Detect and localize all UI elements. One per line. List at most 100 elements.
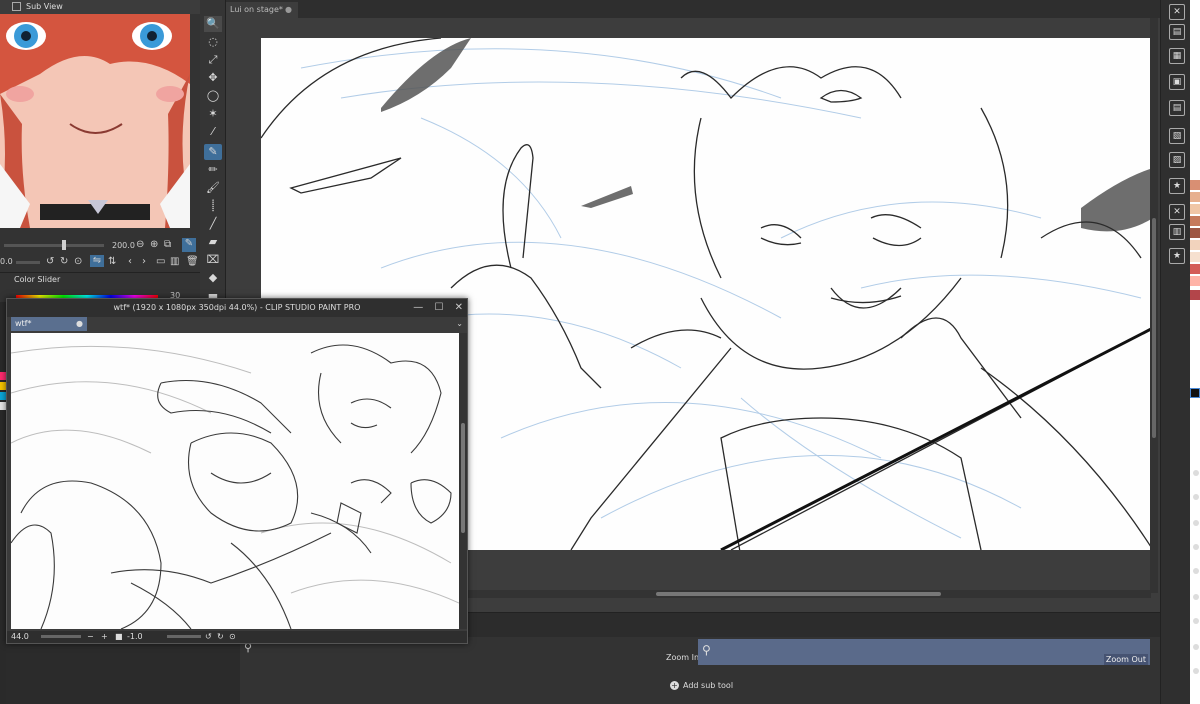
swatch-9[interactable] <box>1190 276 1200 286</box>
swatch-10[interactable] <box>1190 290 1200 300</box>
close-panel-icon[interactable]: ✕ <box>1169 4 1185 20</box>
material-icon[interactable]: ▧ <box>1169 128 1185 144</box>
swatch-2[interactable] <box>1190 192 1200 202</box>
eyedropper-icon[interactable]: ✎ <box>182 238 196 252</box>
next-image-icon[interactable]: › <box>142 256 146 268</box>
reset-rotation-icon[interactable]: ⊙ <box>74 256 82 268</box>
eyedropper-tool-icon[interactable]: ⁄ <box>204 124 222 140</box>
floating-zoom-in-icon[interactable]: + <box>101 631 108 643</box>
floating-reset-rotation-icon[interactable]: ⊙ <box>229 631 236 643</box>
move-layer-icon[interactable]: ✥ <box>204 70 222 86</box>
floating-tab-close-icon[interactable]: ● <box>76 317 83 331</box>
radio-dot[interactable] <box>1193 544 1199 550</box>
floating-zoom-out-icon[interactable]: − <box>87 631 94 643</box>
minimize-icon[interactable]: — <box>413 302 423 313</box>
floating-canvas-window[interactable]: wtf* (1920 x 1080px 350dpi 44.0%) - CLIP… <box>6 298 468 644</box>
clear-icon[interactable]: ▥ <box>170 256 179 268</box>
zoom-slider-knob[interactable] <box>62 240 66 250</box>
item-bank-icon[interactable]: ▥ <box>1169 224 1185 240</box>
tab-close-icon[interactable]: ● <box>285 2 292 18</box>
navigator-icon[interactable]: ▦ <box>1169 48 1185 64</box>
floating-zoom-value[interactable]: 44.0 <box>11 631 29 643</box>
radio-dot[interactable] <box>1193 644 1199 650</box>
main-color-swatch[interactable] <box>1190 388 1200 398</box>
zoom-tool-icon[interactable]: 🔍 <box>204 16 222 32</box>
auto-action-icon[interactable]: ✕ <box>1169 204 1185 220</box>
lasso-select-icon[interactable]: ◌ <box>204 34 222 50</box>
add-sub-tool-button[interactable]: + Add sub tool <box>670 681 733 690</box>
radio-dot[interactable] <box>1193 668 1199 674</box>
open-folder-icon[interactable]: ▭ <box>156 256 165 268</box>
sub-view-icon <box>12 2 21 11</box>
previous-image-icon[interactable]: ‹ <box>128 256 132 268</box>
document-tab[interactable]: Lui on stage* ● <box>226 2 298 18</box>
swatch-4[interactable] <box>1190 216 1200 226</box>
fill-tool-icon[interactable]: ◆ <box>204 270 222 286</box>
layer-property-icon[interactable]: ▤ <box>1169 24 1185 40</box>
vertical-scroll-thumb[interactable] <box>1152 218 1156 438</box>
swatch-8[interactable] <box>1190 264 1200 274</box>
swatch-7[interactable] <box>1190 252 1200 262</box>
zoom-in-icon[interactable]: ⊕ <box>150 239 158 251</box>
floating-fit-icon[interactable]: ■ <box>115 631 123 643</box>
swatch-6[interactable] <box>1190 240 1200 250</box>
zoom-out-icon[interactable]: ⊖ <box>136 239 144 251</box>
add-icon: + <box>670 681 679 690</box>
pen-tool-icon[interactable]: ✎ <box>204 144 222 160</box>
sub-view-reference-image[interactable] <box>0 14 190 228</box>
radio-dot[interactable] <box>1193 470 1199 476</box>
swatch-5[interactable] <box>1190 228 1200 238</box>
fit-icon[interactable]: ⧉ <box>164 239 171 251</box>
zoom-field[interactable]: ⚲ Zoom Out <box>698 639 1150 665</box>
zoom-slider-track[interactable] <box>4 244 104 247</box>
floating-scroll-thumb[interactable] <box>461 423 465 533</box>
vertical-scrollbar[interactable] <box>1150 18 1158 593</box>
maximize-icon[interactable]: ☐ <box>434 302 443 313</box>
rotate-slider-track[interactable] <box>16 261 40 264</box>
floating-zoom-slider[interactable] <box>41 635 81 638</box>
starred-icon[interactable]: ★ <box>1169 248 1185 264</box>
horizontal-scroll-thumb[interactable] <box>656 592 941 596</box>
floating-document-tab[interactable]: wtf* ● <box>11 317 87 331</box>
decoration-tool-icon[interactable]: ╱ <box>204 216 222 232</box>
selection-icon[interactable]: ◯ <box>204 88 222 104</box>
blend-tool-icon[interactable]: ⌧ <box>204 252 222 268</box>
floating-rotate-right-icon[interactable]: ↻ <box>217 631 224 643</box>
chevron-down-icon[interactable]: ⌄ <box>456 319 463 328</box>
floating-status-bar: 44.0 − + ■ -1.0 ↺ ↻ ⊙ <box>7 631 467 643</box>
flip-vertical-icon[interactable]: ⇅ <box>108 256 116 268</box>
floating-canvas-artwork[interactable] <box>11 333 459 629</box>
flip-horizontal-icon[interactable]: ⇋ <box>90 255 104 267</box>
airbrush-tool-icon[interactable]: ⸽ <box>204 198 222 214</box>
operation-tool-icon[interactable]: ⤢ <box>204 52 222 68</box>
swatch-3[interactable] <box>1190 204 1200 214</box>
history-icon[interactable]: ▤ <box>1169 100 1185 116</box>
favorites-icon[interactable]: ★ <box>1169 178 1185 194</box>
radio-dot[interactable] <box>1193 594 1199 600</box>
brush-tool-icon[interactable]: 🖌 <box>204 180 222 196</box>
radio-dot[interactable] <box>1193 618 1199 624</box>
sub-view-panel-icon[interactable]: ▣ <box>1169 74 1185 90</box>
floating-tab-label: wtf* <box>15 319 32 328</box>
radio-dot[interactable] <box>1193 568 1199 574</box>
close-icon[interactable]: ✕ <box>455 302 463 313</box>
radio-dot[interactable] <box>1193 494 1199 500</box>
radio-dot[interactable] <box>1193 520 1199 526</box>
floating-window-title: wtf* (1920 x 1080px 350dpi 44.0%) - CLIP… <box>7 299 467 317</box>
rotate-right-icon[interactable]: ↻ <box>60 256 68 268</box>
add-sub-tool-label: Add sub tool <box>683 681 734 690</box>
zoom-in-label[interactable]: Zoom In <box>666 653 699 662</box>
eraser-tool-icon[interactable]: ▰ <box>204 234 222 250</box>
rotate-left-icon[interactable]: ↺ <box>46 256 54 268</box>
floating-rotate-left-icon[interactable]: ↺ <box>205 631 212 643</box>
floating-vertical-scrollbar[interactable] <box>459 333 467 629</box>
delete-icon[interactable]: 🗑 <box>186 256 199 268</box>
layer-search-icon[interactable]: ▨ <box>1169 152 1185 168</box>
zoom-out-label[interactable]: Zoom Out <box>1103 654 1148 665</box>
floating-rotation-value[interactable]: -1.0 <box>127 631 143 643</box>
pencil-tool-icon[interactable]: ✏ <box>204 162 222 178</box>
floating-rotation-slider[interactable] <box>167 635 201 638</box>
swatch-1[interactable] <box>1190 180 1200 190</box>
magic-wand-icon[interactable]: ✶ <box>204 106 222 122</box>
magnifier-icon: ⚲ <box>702 643 711 657</box>
